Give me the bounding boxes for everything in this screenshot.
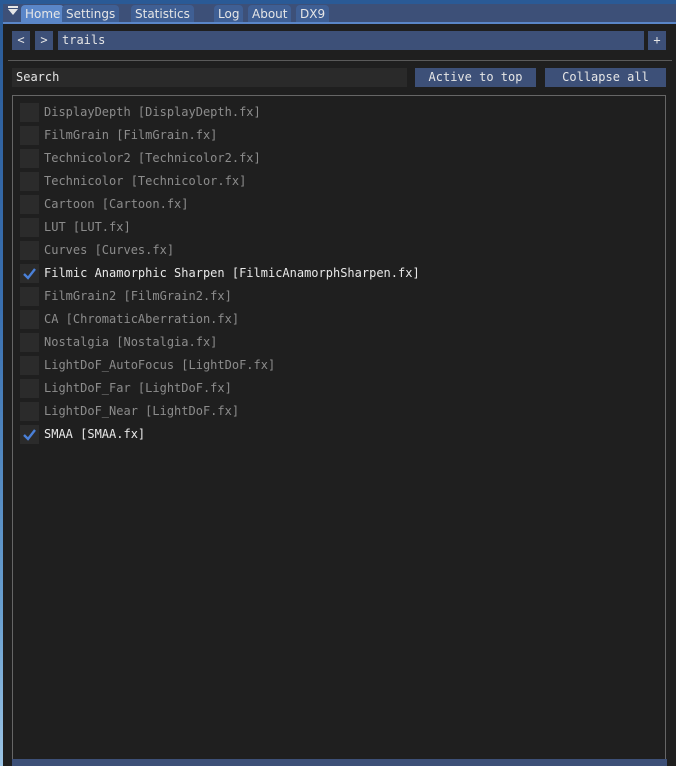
effect-row[interactable]: LightDoF_AutoFocus [LightDoF.fx] xyxy=(20,355,276,375)
home-panel: < > trails + Search Active to top Collap… xyxy=(3,22,676,766)
tab-home[interactable]: Home xyxy=(21,5,65,22)
effect-checkbox[interactable] xyxy=(20,102,39,122)
collapse-triangle-icon[interactable] xyxy=(8,6,18,15)
separator xyxy=(8,60,672,61)
preset-selector[interactable]: trails xyxy=(58,31,644,50)
bottom-bar xyxy=(12,759,667,766)
effect-row[interactable]: Nostalgia [Nostalgia.fx] xyxy=(20,332,218,352)
effect-label: LightDoF_AutoFocus [LightDoF.fx] xyxy=(44,358,276,372)
tab-log[interactable]: Log xyxy=(214,5,244,22)
effect-label: Curves [Curves.fx] xyxy=(44,243,175,257)
effect-label: Nostalgia [Nostalgia.fx] xyxy=(44,335,218,349)
prev-preset-button[interactable]: < xyxy=(12,31,30,50)
effect-label: LightDoF_Far [LightDoF.fx] xyxy=(44,381,232,395)
effects-list[interactable]: DisplayDepth [DisplayDepth.fx] FilmGrain … xyxy=(12,95,666,762)
effect-label: FilmGrain2 [FilmGrain2.fx] xyxy=(44,289,232,303)
add-preset-button[interactable]: + xyxy=(648,31,666,50)
effect-row[interactable]: LUT [LUT.fx] xyxy=(20,217,131,237)
effect-checkbox[interactable] xyxy=(20,378,39,398)
effect-row[interactable]: LightDoF_Near [LightDoF.fx] xyxy=(20,401,240,421)
effect-label: LightDoF_Near [LightDoF.fx] xyxy=(44,404,240,418)
effect-label: Technicolor [Technicolor.fx] xyxy=(44,174,247,188)
effect-checkbox[interactable] xyxy=(20,263,39,283)
effect-checkbox[interactable] xyxy=(20,148,39,168)
effect-checkbox[interactable] xyxy=(20,355,39,375)
effect-label: Technicolor2 [Technicolor2.fx] xyxy=(44,151,261,165)
effect-row[interactable]: Technicolor [Technicolor.fx] xyxy=(20,171,247,191)
effect-label: SMAA [SMAA.fx] xyxy=(44,427,146,441)
effect-label: Cartoon [Cartoon.fx] xyxy=(44,197,189,211)
effect-row[interactable]: FilmGrain2 [FilmGrain2.fx] xyxy=(20,286,232,306)
search-input[interactable]: Search xyxy=(12,68,407,87)
effect-checkbox[interactable] xyxy=(20,332,39,352)
active-to-top-button[interactable]: Active to top xyxy=(415,68,536,87)
effect-checkbox[interactable] xyxy=(20,401,39,421)
tab-statistics[interactable]: Statistics xyxy=(131,5,194,22)
reshade-window: Home Settings Statistics Log About DX9 <… xyxy=(3,4,676,766)
effect-row[interactable]: LightDoF_Far [LightDoF.fx] xyxy=(20,378,232,398)
effect-label: DisplayDepth [DisplayDepth.fx] xyxy=(44,105,261,119)
effect-checkbox[interactable] xyxy=(20,286,39,306)
effect-checkbox[interactable] xyxy=(20,424,39,444)
effect-row[interactable]: Curves [Curves.fx] xyxy=(20,240,175,260)
tab-settings[interactable]: Settings xyxy=(62,5,120,22)
tab-dx9[interactable]: DX9 xyxy=(296,5,330,22)
effect-checkbox[interactable] xyxy=(20,194,39,214)
effect-label: FilmGrain [FilmGrain.fx] xyxy=(44,128,218,142)
collapse-all-button[interactable]: Collapse all xyxy=(545,68,666,87)
effect-row[interactable]: FilmGrain [FilmGrain.fx] xyxy=(20,125,218,145)
effect-checkbox[interactable] xyxy=(20,217,39,237)
effect-label: LUT [LUT.fx] xyxy=(44,220,131,234)
effect-checkbox[interactable] xyxy=(20,309,39,329)
checkmark-icon xyxy=(23,267,36,280)
effect-row[interactable]: Filmic Anamorphic Sharpen [FilmicAnamorp… xyxy=(20,263,420,283)
effect-row[interactable]: SMAA [SMAA.fx] xyxy=(20,424,146,444)
effect-checkbox[interactable] xyxy=(20,240,39,260)
effect-row[interactable]: CA [ChromaticAberration.fx] xyxy=(20,309,240,329)
effect-label: CA [ChromaticAberration.fx] xyxy=(44,312,240,326)
tab-about[interactable]: About xyxy=(248,5,292,22)
next-preset-button[interactable]: > xyxy=(35,31,53,50)
effect-checkbox[interactable] xyxy=(20,171,39,191)
effect-row[interactable]: Technicolor2 [Technicolor2.fx] xyxy=(20,148,261,168)
effect-row[interactable]: DisplayDepth [DisplayDepth.fx] xyxy=(20,102,261,122)
effect-row[interactable]: Cartoon [Cartoon.fx] xyxy=(20,194,189,214)
effect-label: Filmic Anamorphic Sharpen [FilmicAnamorp… xyxy=(44,266,420,280)
title-bar: Home Settings Statistics Log About DX9 xyxy=(3,4,676,22)
checkmark-icon xyxy=(23,428,36,441)
effect-checkbox[interactable] xyxy=(20,125,39,145)
